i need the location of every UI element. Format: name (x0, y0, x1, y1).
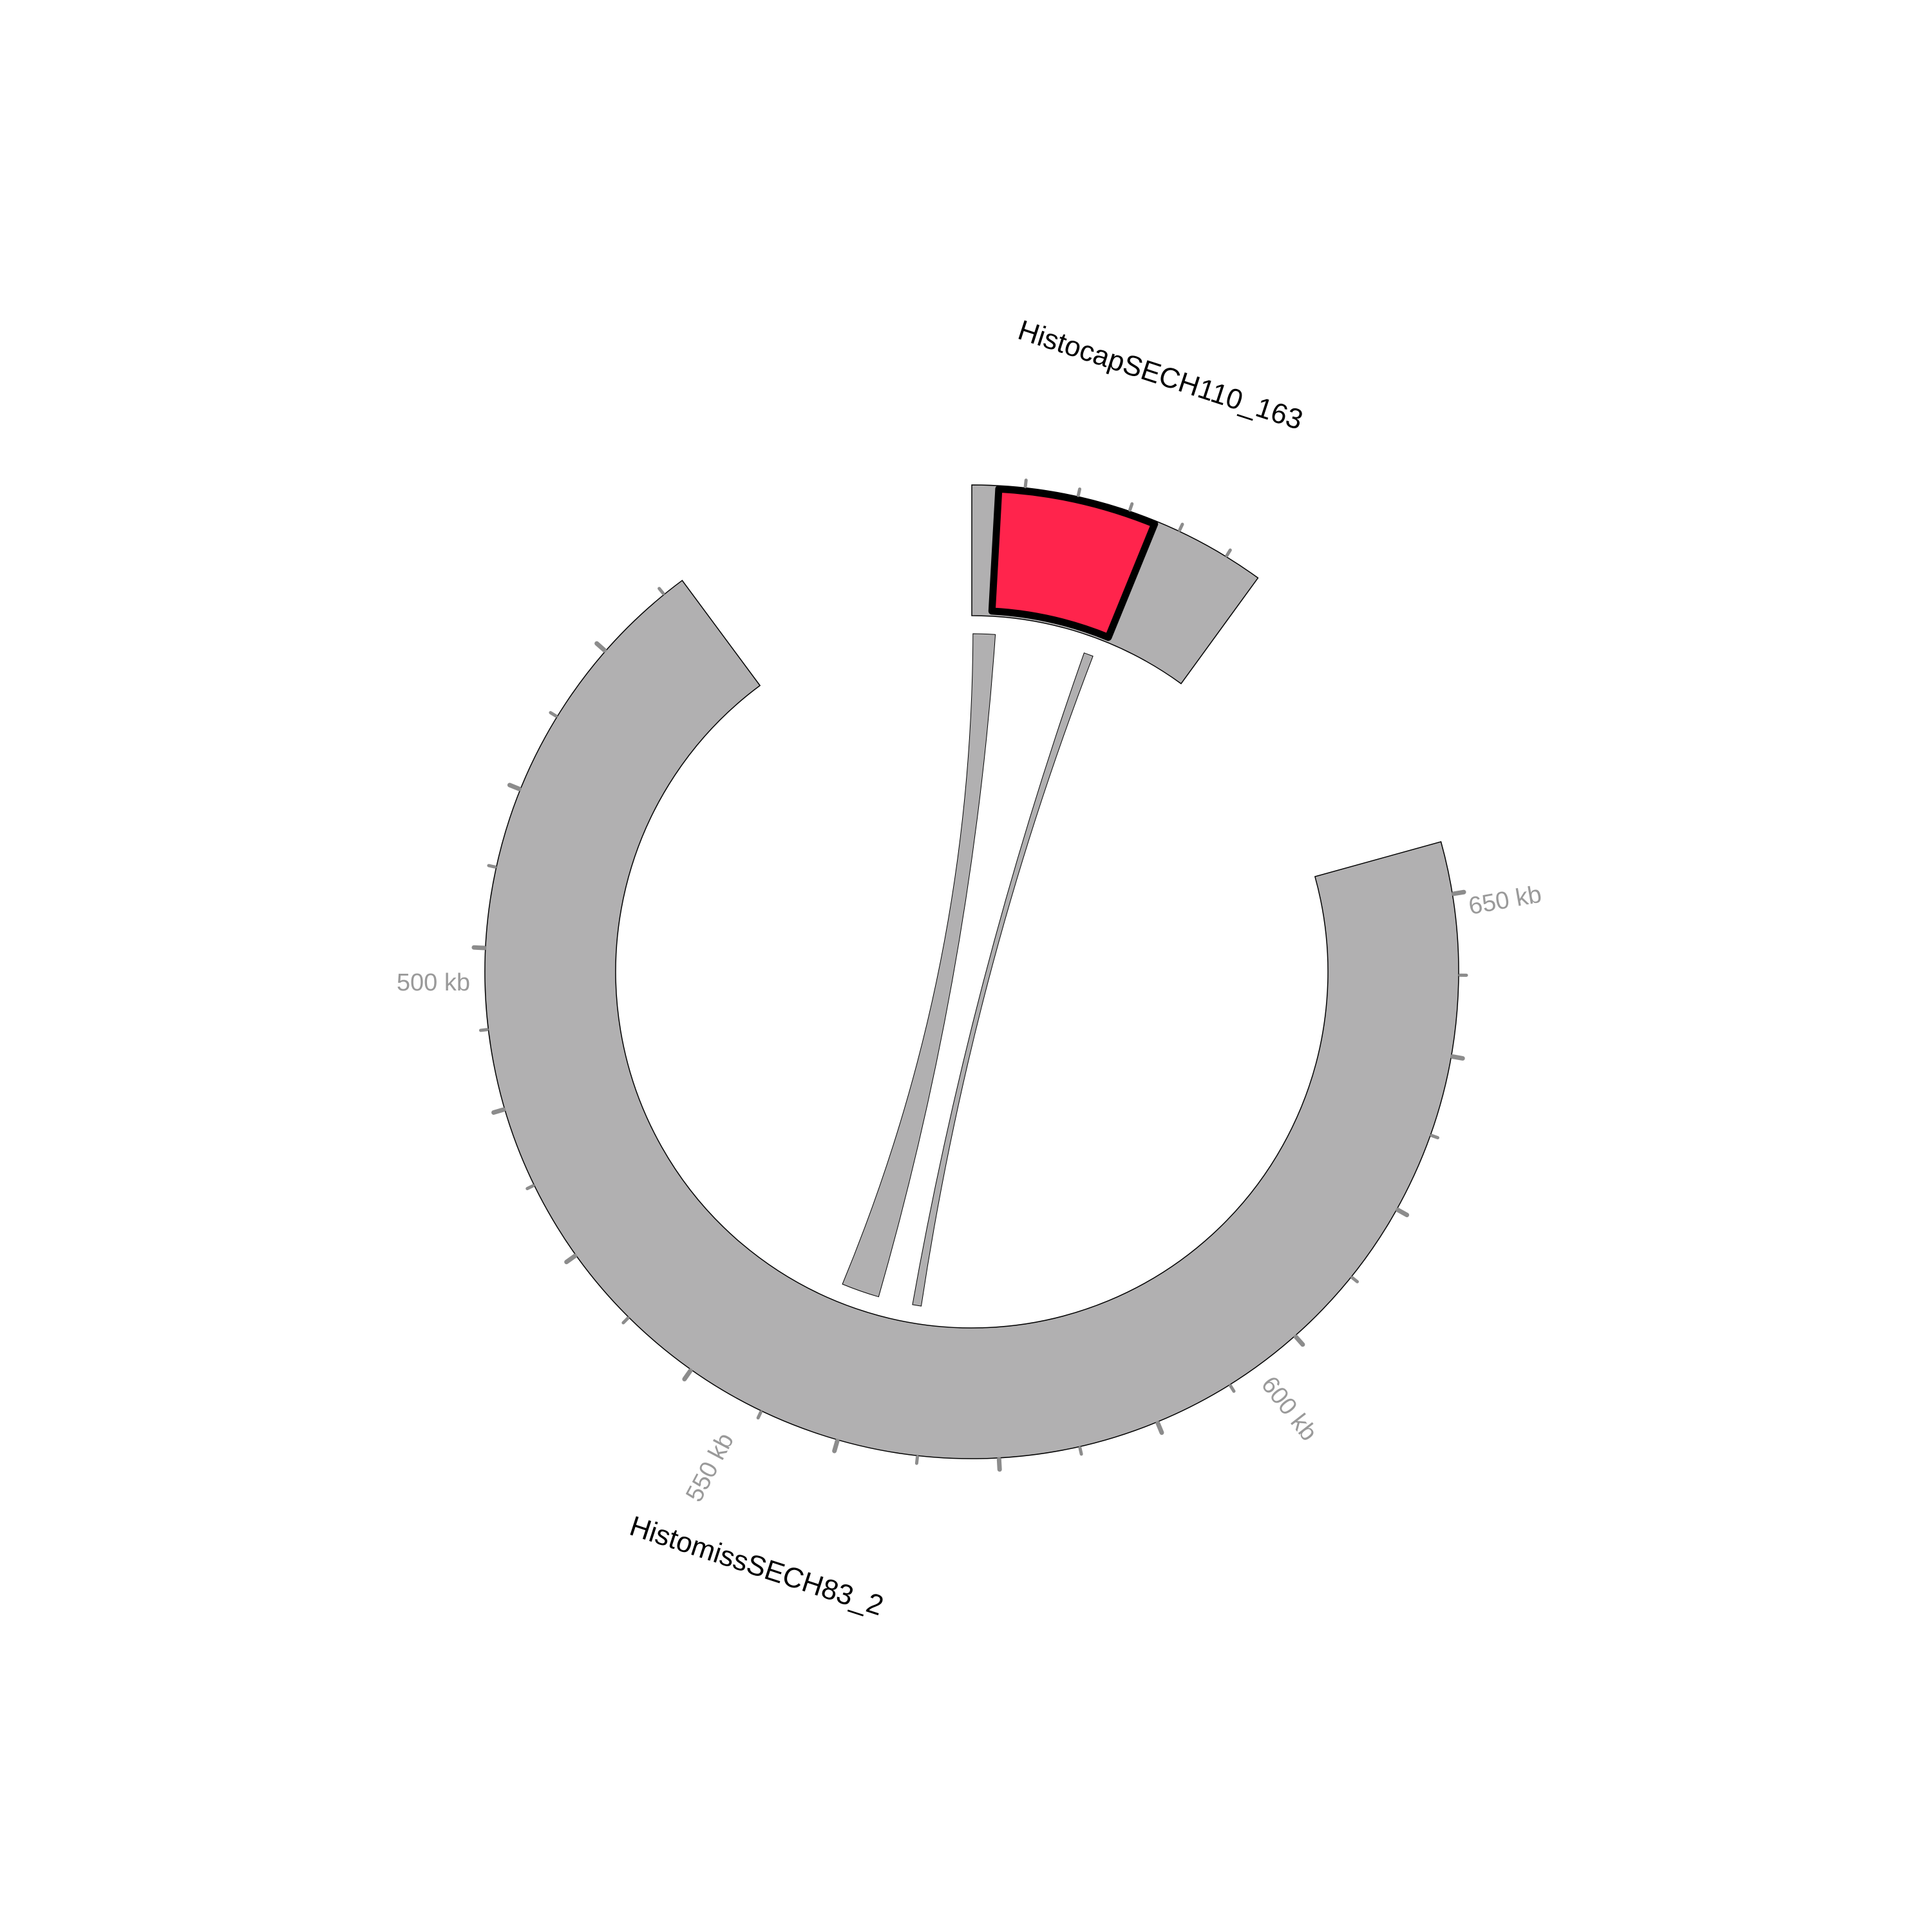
major-tick (1451, 889, 1466, 896)
minor-tick (1076, 487, 1082, 497)
major-tick (832, 1439, 840, 1454)
tick-label-500kb: 500 kb (397, 969, 470, 996)
minor-tick (1023, 478, 1028, 489)
minor-tick (1078, 1446, 1083, 1456)
minor-tick (1128, 502, 1134, 512)
major-tick (1450, 1054, 1465, 1061)
circos-diagram: 500 kb 550 kb 600 kb 650 kb HistocapSECH… (0, 0, 1932, 1932)
major-tick (471, 945, 487, 951)
minor-tick (1430, 1133, 1440, 1140)
minor-tick (914, 1455, 920, 1465)
minor-tick (487, 864, 497, 869)
major-tick (491, 1107, 506, 1115)
background (0, 0, 1932, 1932)
